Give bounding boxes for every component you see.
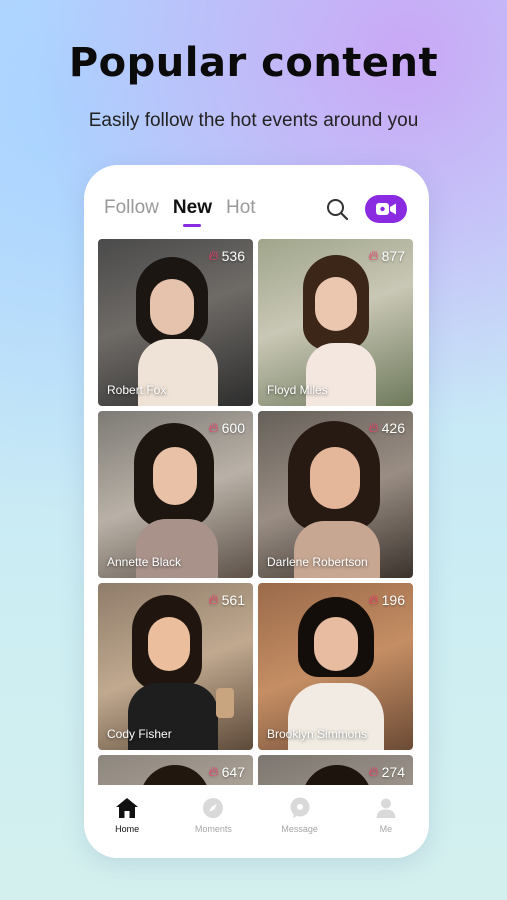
content-card[interactable]: 🔥︎ 561 Cody Fisher	[98, 583, 253, 750]
card-username: Robert Fox	[107, 383, 167, 397]
promo-subline: Easily follow the hot events around you	[88, 110, 419, 131]
nav-moments[interactable]: Moments	[178, 797, 248, 834]
tab-new[interactable]: New	[173, 197, 212, 219]
portrait-image	[302, 765, 372, 785]
flame-icon: 🔥︎	[208, 247, 219, 263]
flame-icon: 🔥︎	[368, 763, 379, 779]
nav-label: Me	[379, 824, 393, 834]
card-username: Brooklyn Simmons	[267, 727, 368, 741]
content-card[interactable]: 🔥︎ 877 Floyd Miles	[258, 239, 413, 406]
card-username: Annette Black	[107, 555, 182, 569]
nav-label: Moments	[194, 824, 232, 834]
card-username: Floyd Miles	[267, 383, 328, 397]
phone-frame: Follow New Hot 🔥︎ 536 Robert Fox 🔥︎ 877 Fl	[84, 165, 429, 858]
tab-hot[interactable]: Hot	[226, 197, 256, 219]
content-card[interactable]: 🔥︎ 600 Annette Black	[98, 411, 253, 578]
nav-label: Message	[281, 824, 318, 834]
like-count: 🔥︎ 196	[368, 591, 405, 608]
portrait-image	[140, 765, 210, 785]
promo-headline: Popular content	[68, 40, 439, 86]
person-icon	[376, 798, 396, 818]
content-card[interactable]: 🔥︎ 536 Robert Fox	[98, 239, 253, 406]
feed-tabs: Follow New Hot	[104, 197, 270, 219]
like-count: 🔥︎ 561	[208, 591, 245, 608]
flame-icon: 🔥︎	[368, 419, 379, 435]
like-count: 🔥︎ 536	[208, 247, 245, 264]
go-live-button[interactable]	[365, 195, 407, 223]
flame-icon: 🔥︎	[208, 419, 219, 435]
flame-icon: 🔥︎	[368, 247, 379, 263]
chat-icon	[290, 797, 310, 818]
home-icon	[116, 798, 139, 818]
card-username: Cody Fisher	[107, 727, 172, 741]
like-count: 🔥︎ 426	[368, 419, 405, 436]
content-grid: 🔥︎ 536 Robert Fox 🔥︎ 877 Floyd Miles 🔥︎ 600…	[98, 239, 414, 785]
video-camera-icon	[376, 203, 396, 215]
nav-home[interactable]: Home	[92, 797, 162, 834]
content-card[interactable]: 🔥︎ 426 Darlene Robertson	[258, 411, 413, 578]
tab-follow[interactable]: Follow	[104, 197, 159, 219]
card-username: Darlene Robertson	[267, 555, 368, 569]
nav-message[interactable]: Message	[265, 797, 335, 834]
nav-me[interactable]: Me	[351, 797, 421, 834]
like-count: 🔥︎ 274	[368, 763, 405, 780]
like-count: 🔥︎ 877	[368, 247, 405, 264]
flame-icon: 🔥︎	[208, 591, 219, 607]
bottom-nav: Home Moments Message Me	[84, 785, 429, 858]
like-count: 🔥︎ 600	[208, 419, 245, 436]
flame-icon: 🔥︎	[208, 763, 219, 779]
nav-label: Home	[115, 824, 140, 834]
like-count: 🔥︎ 647	[208, 763, 245, 780]
content-card[interactable]: 🔥︎ 647	[98, 755, 253, 785]
content-card[interactable]: 🔥︎ 274	[258, 755, 413, 785]
compass-icon	[203, 798, 224, 818]
content-card[interactable]: 🔥︎ 196 Brooklyn Simmons	[258, 583, 413, 750]
flame-icon: 🔥︎	[368, 591, 379, 607]
search-icon[interactable]	[325, 197, 349, 221]
